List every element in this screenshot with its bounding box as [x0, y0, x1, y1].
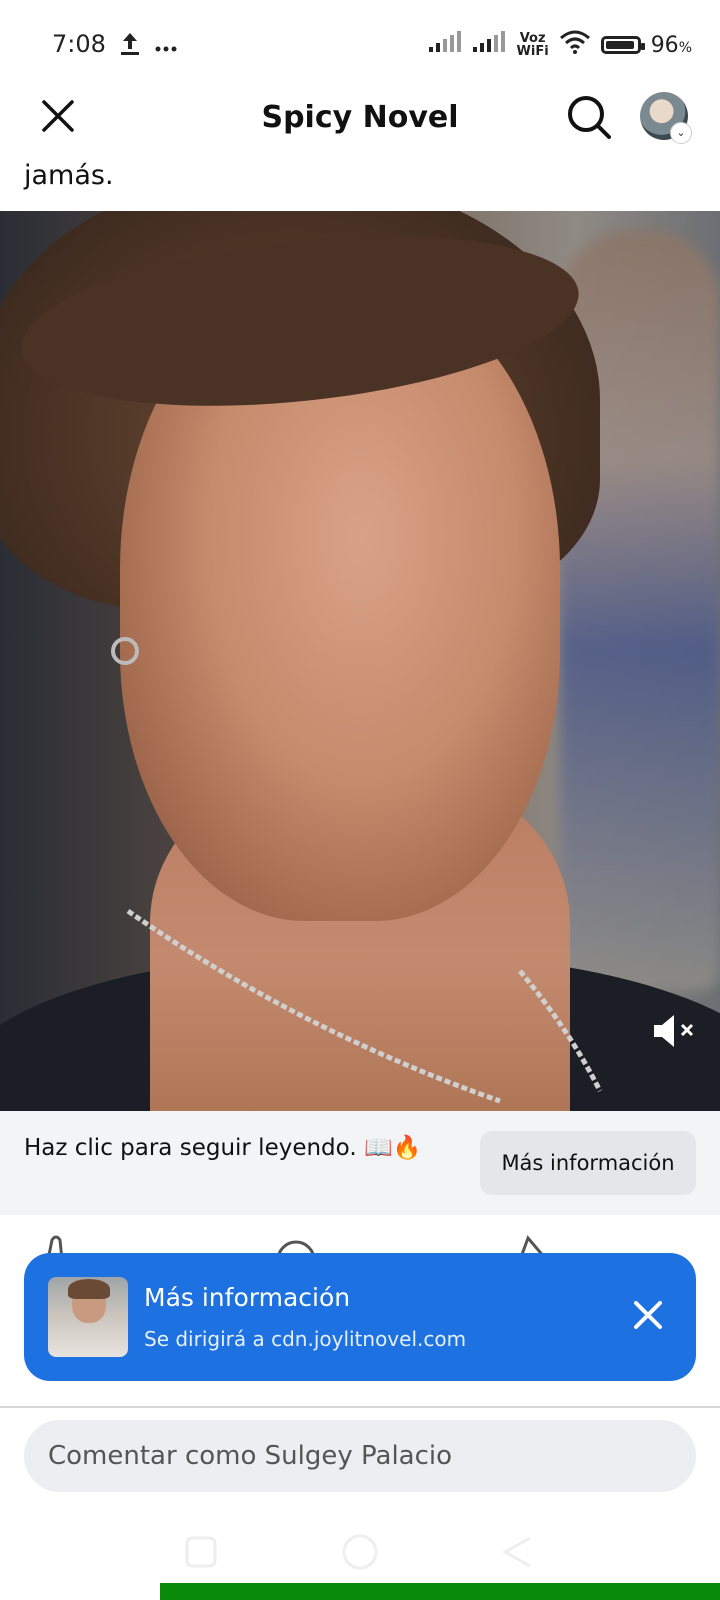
post-text: jamás. [24, 160, 114, 191]
battery-fill [605, 41, 635, 49]
battery-unit: % [678, 39, 692, 56]
app-header: Spicy Novel ⌄ [0, 90, 720, 156]
cta-text: Haz clic para seguir leyendo. 📖🔥 [24, 1135, 422, 1161]
status-icons: Voz WiFi 96% [428, 30, 692, 60]
battery-value: 96 [650, 32, 679, 58]
voz-wifi-label: Voz WiFi [517, 32, 549, 58]
status-bar: 7:08 Voz WiFi 96% [0, 0, 720, 90]
close-icon[interactable] [628, 1295, 668, 1335]
mute-icon[interactable] [650, 1011, 700, 1051]
redirect-toast[interactable]: Más información Se dirigirá a cdn.joylit… [24, 1253, 696, 1381]
bottom-bar [160, 1583, 720, 1600]
toast-subtitle: Se dirigirá a cdn.joylitnovel.com [144, 1327, 467, 1351]
chevron-down-icon: ⌄ [670, 122, 692, 144]
toast-thumbnail [48, 1277, 128, 1357]
signal-icon [428, 31, 463, 59]
page-title: Spicy Novel [261, 100, 459, 135]
more-dots-icon [154, 38, 178, 57]
thumb-hair [68, 1279, 110, 1299]
battery-icon [600, 36, 645, 54]
home-icon[interactable] [342, 1534, 378, 1570]
system-nav [0, 1530, 720, 1580]
profile-avatar[interactable]: ⌄ [640, 92, 692, 144]
signal-icon-2 [472, 31, 507, 59]
cta-strip[interactable]: Haz clic para seguir leyendo. 📖🔥 Más inf… [0, 1111, 720, 1215]
divider [0, 1406, 720, 1408]
back-icon[interactable] [501, 1536, 531, 1568]
upload-icon [118, 30, 142, 60]
wifi-icon [559, 30, 591, 60]
toast-title: Más información [144, 1283, 351, 1312]
recents-icon[interactable] [185, 1536, 217, 1568]
search-icon[interactable] [566, 94, 612, 140]
status-time: 7:08 [52, 30, 106, 58]
battery-percent: 96% [651, 33, 692, 58]
necklace-graphic [111, 637, 603, 1104]
comment-input[interactable]: Comentar como Sulgey Palacio [24, 1420, 696, 1492]
ad-image[interactable] [0, 211, 720, 1111]
more-info-button[interactable]: Más información [480, 1131, 696, 1195]
wifi-text: WiFi [516, 44, 549, 59]
